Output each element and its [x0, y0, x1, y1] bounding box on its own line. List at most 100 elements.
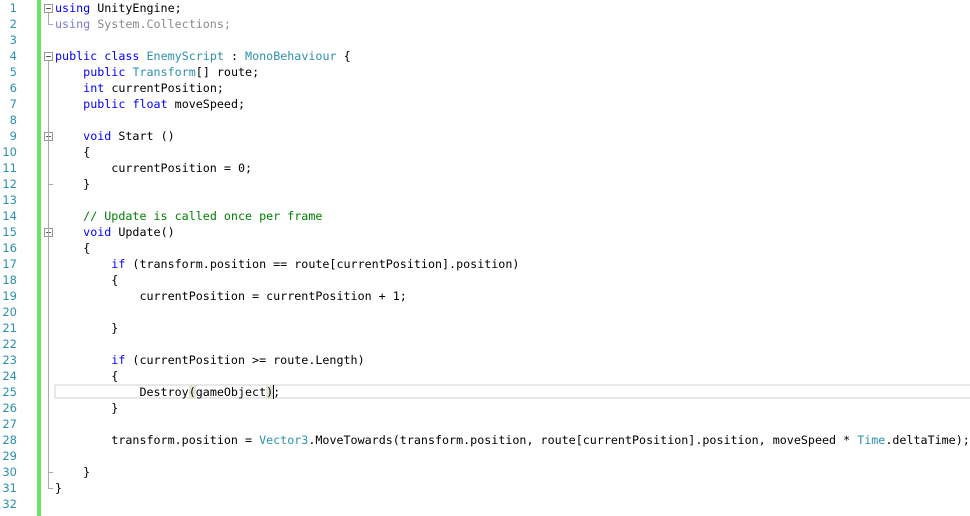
- code-line[interactable]: }: [55, 176, 90, 192]
- line-number: 7: [9, 97, 17, 111]
- keyword-token: int: [83, 81, 105, 95]
- line-number: 26: [2, 401, 17, 415]
- type-token: MonoBehaviour: [245, 49, 337, 63]
- type-token: Transform: [132, 65, 196, 79]
- type-token: Vector3: [259, 433, 309, 447]
- keyword-token: class: [104, 49, 140, 63]
- collapse-toggle-icon[interactable]: [44, 4, 53, 13]
- code-line[interactable]: }: [55, 400, 118, 416]
- code-line[interactable]: // Update is called once per frame: [55, 208, 322, 224]
- code-token: {: [55, 241, 91, 255]
- line-number: 23: [2, 353, 17, 367]
- code-token: }: [55, 177, 91, 191]
- keyword-token: if: [111, 257, 126, 271]
- line-number: 32: [2, 497, 17, 511]
- line-number: 5: [9, 65, 17, 79]
- line-number: 29: [2, 449, 17, 463]
- code-token: (currentPosition >= route.Length): [125, 353, 365, 367]
- code-line[interactable]: }: [55, 480, 62, 496]
- code-token: }: [55, 481, 63, 495]
- code-token: :: [223, 49, 246, 63]
- line-number: 4: [9, 49, 17, 63]
- line-number: 3: [9, 33, 17, 47]
- keyword-token: void: [83, 225, 112, 239]
- code-token: currentPosition = currentPosition + 1;: [55, 289, 407, 303]
- code-token: }: [55, 465, 91, 479]
- code-line[interactable]: {: [55, 368, 118, 384]
- code-line[interactable]: public Transform[] route;: [55, 64, 259, 80]
- code-token: Destroy: [55, 385, 189, 399]
- code-line[interactable]: int currentPosition;: [55, 80, 224, 96]
- code-line[interactable]: if (currentPosition >= route.Length): [55, 352, 365, 368]
- code-token: (: [188, 385, 196, 399]
- line-number: 21: [2, 321, 17, 335]
- line-number: 24: [2, 369, 17, 383]
- outline-guide: [48, 13, 49, 24]
- line-number: 18: [2, 273, 17, 287]
- code-line[interactable]: currentPosition = 0;: [55, 160, 252, 176]
- line-number: 28: [2, 433, 17, 447]
- code-line[interactable]: void Update(): [55, 224, 175, 240]
- code-token: transform.position =: [55, 433, 260, 447]
- code-line[interactable]: if (transform.position == route[currentP…: [55, 256, 519, 272]
- line-number: 10: [2, 145, 17, 159]
- code-token: }: [55, 401, 119, 415]
- code-line[interactable]: public class EnemyScript : MonoBehaviour…: [55, 48, 351, 64]
- code-token: {: [55, 273, 119, 287]
- outline-guide-end: [48, 184, 53, 185]
- line-number: 30: [2, 465, 17, 479]
- code-line[interactable]: {: [55, 240, 90, 256]
- keyword-token: void: [83, 129, 112, 143]
- line-number: 19: [2, 289, 17, 303]
- text-caret: [272, 385, 274, 399]
- code-token: {: [336, 49, 351, 63]
- code-token: .deltaTime);: [885, 433, 970, 447]
- code-token: {: [55, 369, 119, 383]
- keyword-token: public: [83, 65, 126, 79]
- code-token: .MoveTowards(transform.position, route[c…: [308, 433, 858, 447]
- line-number: 13: [2, 193, 17, 207]
- code-line[interactable]: Destroy(gameObject);: [55, 384, 280, 400]
- code-line[interactable]: transform.position = Vector3.MoveTowards…: [55, 432, 970, 448]
- code-token: [] route;: [195, 65, 260, 79]
- code-token: ;: [273, 385, 281, 399]
- collapse-toggle-icon[interactable]: [44, 52, 53, 61]
- line-number: 9: [9, 129, 17, 143]
- code-line[interactable]: {: [55, 144, 90, 160]
- code-line[interactable]: }: [55, 464, 90, 480]
- code-token: (transform.position == route[currentPosi…: [125, 257, 520, 271]
- keyword-token: using: [55, 1, 91, 15]
- line-number: 14: [2, 209, 17, 223]
- line-number: 12: [2, 177, 17, 191]
- outline-guide-end: [48, 472, 53, 473]
- code-line[interactable]: public float moveSpeed;: [55, 96, 245, 112]
- line-number: 6: [9, 81, 17, 95]
- code-line[interactable]: currentPosition = currentPosition + 1;: [55, 288, 407, 304]
- code-token: moveSpeed;: [167, 97, 246, 111]
- code-token: Update(): [111, 225, 175, 239]
- code-token: UnityEngine;: [90, 1, 182, 15]
- outline-guide-end: [48, 24, 53, 25]
- code-line[interactable]: using System.Collections;: [55, 16, 231, 32]
- code-token: using: [55, 17, 91, 31]
- line-number: 16: [2, 241, 17, 255]
- line-number-gutter: 1 2 3 4 5 6 7 8 9 10 11 12 13 14 15 16 17 18 19 20 21 22 23 24 2…: [0, 0, 36, 516]
- code-token: Start (): [111, 129, 175, 143]
- code-line[interactable]: {: [55, 272, 118, 288]
- change-tracking-bar: [37, 0, 41, 516]
- code-line[interactable]: }: [55, 320, 118, 336]
- outline-guide-end: [48, 488, 53, 489]
- outline-guide: [48, 237, 49, 472]
- outline-guide: [48, 141, 49, 184]
- code-line[interactable]: using UnityEngine;: [55, 0, 182, 16]
- code-token: System.Collections;: [90, 17, 231, 31]
- line-number: 8: [9, 113, 17, 127]
- code-line[interactable]: void Start (): [55, 128, 175, 144]
